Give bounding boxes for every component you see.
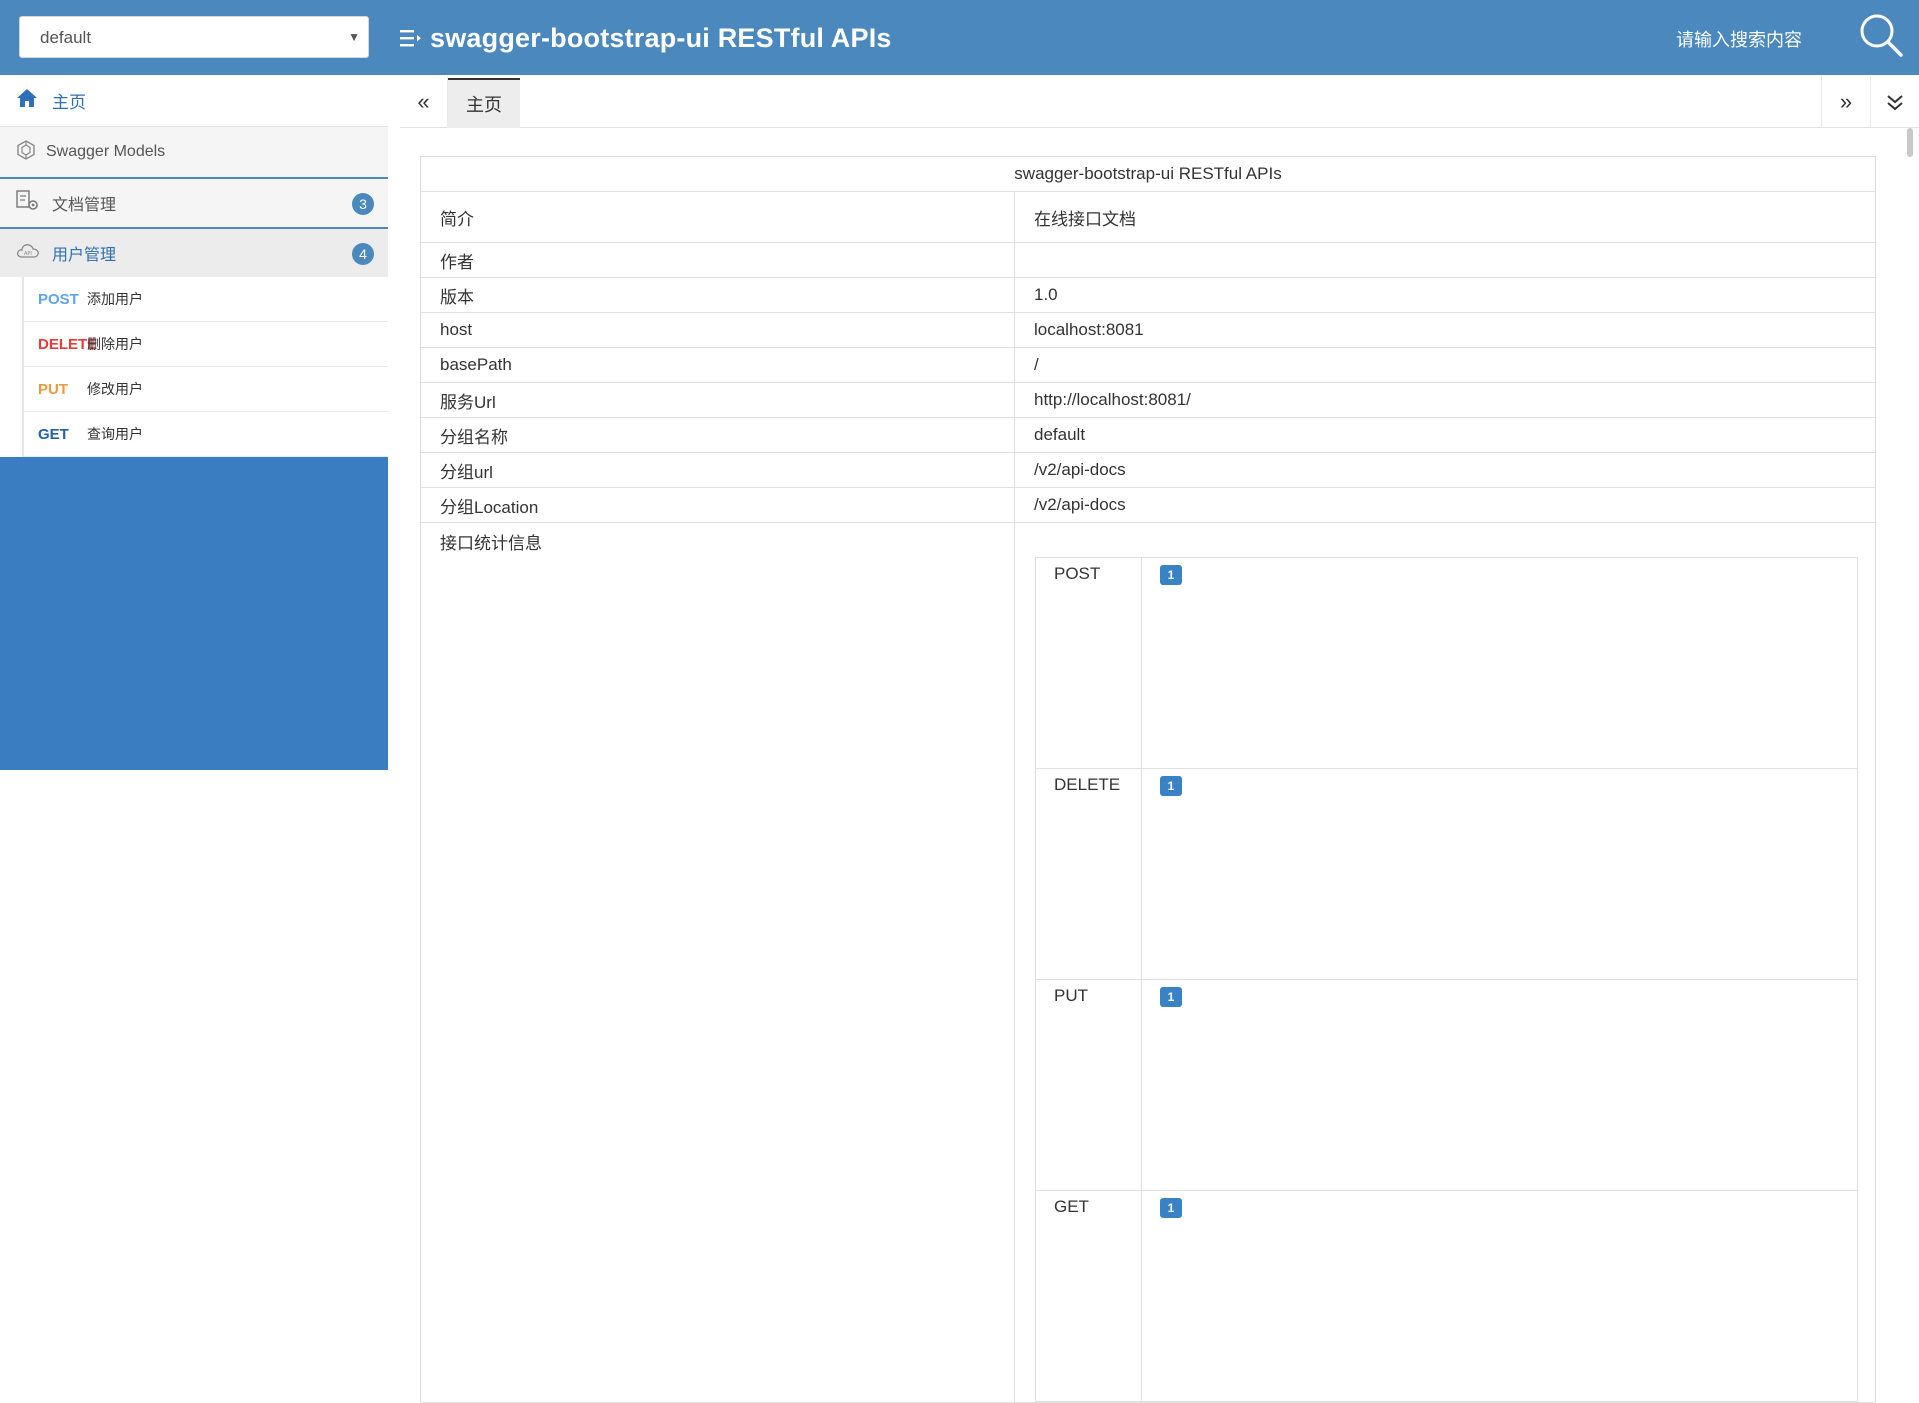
scrollbar[interactable] bbox=[1907, 128, 1913, 157]
table-row: 接口统计信息 POST 1 DELETE 1 PUT 1 GET 1 bbox=[420, 522, 1876, 1403]
sidebar: 主页 Swagger Models 文档管理 3 API 用户管理 4 POST… bbox=[0, 75, 388, 770]
method-label: POST bbox=[38, 290, 79, 308]
count-badge: 1 bbox=[1160, 1198, 1182, 1218]
info-table-title: swagger-bootstrap-ui RESTful APIs bbox=[420, 156, 1876, 192]
stats-method: PUT bbox=[1035, 979, 1142, 1191]
row-value: /v2/api-docs bbox=[1014, 452, 1876, 488]
table-row: 服务Url http://localhost:8081/ bbox=[420, 382, 1876, 418]
tab-home[interactable]: 主页 bbox=[448, 78, 520, 128]
table-row: basePath / bbox=[420, 347, 1876, 383]
group-select-value: default bbox=[40, 28, 92, 47]
stats-count-cell: 1 bbox=[1141, 1190, 1858, 1402]
table-row: host localhost:8081 bbox=[420, 312, 1876, 348]
row-value: default bbox=[1014, 417, 1876, 453]
sidebar-item-doc-management[interactable]: 文档管理 3 bbox=[0, 177, 388, 227]
sidebar-item-label: 主页 bbox=[52, 93, 86, 112]
table-row: 分组名称 default bbox=[420, 417, 1876, 453]
row-key: 简介 bbox=[420, 191, 1015, 243]
stats-method: POST bbox=[1035, 557, 1142, 769]
stats-count-cell: 1 bbox=[1141, 979, 1858, 1191]
count-badge: 4 bbox=[352, 243, 374, 265]
table-row: 作者 bbox=[420, 242, 1876, 278]
api-stats-table: POST 1 DELETE 1 PUT 1 GET 1 bbox=[1035, 557, 1858, 1402]
row-value: http://localhost:8081/ bbox=[1014, 382, 1876, 418]
stats-row: PUT 1 bbox=[1035, 979, 1858, 1191]
count-badge: 3 bbox=[352, 193, 374, 215]
row-value: 在线接口文档 bbox=[1014, 191, 1876, 243]
count-badge: 1 bbox=[1160, 565, 1182, 585]
row-value: /v2/api-docs bbox=[1014, 487, 1876, 523]
row-key: 接口统计信息 bbox=[420, 522, 1015, 1403]
app-title-text: swagger-bootstrap-ui RESTful APIs bbox=[430, 22, 892, 53]
menu-icon[interactable] bbox=[400, 28, 422, 48]
tab-bar: « 主页 » bbox=[400, 76, 1919, 128]
method-label: DELETE bbox=[38, 335, 98, 353]
row-key: 作者 bbox=[420, 242, 1015, 278]
endpoint-list: POST 添加用户 DELETE 删除用户 PUT 修改用户 GET 查询用户 bbox=[22, 277, 388, 457]
table-row: 分组url /v2/api-docs bbox=[420, 452, 1876, 488]
row-key: basePath bbox=[420, 347, 1015, 383]
sidebar-item-label: 文档管理 bbox=[52, 197, 117, 214]
method-label: GET bbox=[38, 425, 69, 443]
double-chevron-left-icon[interactable]: « bbox=[400, 76, 448, 128]
sidebar-item-swagger-models[interactable]: Swagger Models bbox=[0, 127, 388, 177]
sidebar-item-user-management[interactable]: API 用户管理 4 bbox=[0, 227, 388, 277]
row-value: / bbox=[1014, 347, 1876, 383]
row-key: 版本 bbox=[420, 277, 1015, 313]
stats-count-cell: 1 bbox=[1141, 768, 1858, 980]
endpoint-name: 查询用户 bbox=[87, 426, 143, 442]
search-icon[interactable] bbox=[1858, 12, 1906, 60]
sidebar-menu: 主页 Swagger Models 文档管理 3 API 用户管理 4 POST… bbox=[0, 75, 388, 457]
doc-settings-icon bbox=[16, 189, 40, 217]
count-badge: 1 bbox=[1160, 987, 1182, 1007]
svg-text:API: API bbox=[24, 251, 32, 257]
endpoint-item-put[interactable]: PUT 修改用户 bbox=[24, 367, 388, 412]
double-chevron-right-icon[interactable]: » bbox=[1821, 76, 1870, 128]
top-bar: default ▼ swagger-bootstrap-ui RESTful A… bbox=[0, 0, 1919, 75]
endpoint-name: 删除用户 bbox=[87, 336, 143, 352]
endpoint-name: 修改用户 bbox=[87, 381, 143, 397]
row-key: 分组Location bbox=[420, 487, 1015, 523]
models-icon bbox=[16, 139, 36, 165]
row-key: 分组名称 bbox=[420, 417, 1015, 453]
stats-row: GET 1 bbox=[1035, 1190, 1858, 1402]
row-value: 1.0 bbox=[1014, 277, 1876, 313]
sidebar-item-label: Swagger Models bbox=[46, 143, 166, 160]
double-chevron-down-icon[interactable] bbox=[1870, 76, 1919, 128]
stats-row: POST 1 bbox=[1035, 557, 1858, 769]
method-label: PUT bbox=[38, 380, 68, 398]
endpoint-item-delete[interactable]: DELETE 删除用户 bbox=[24, 322, 388, 367]
stats-row: DELETE 1 bbox=[1035, 768, 1858, 980]
row-value: localhost:8081 bbox=[1014, 312, 1876, 348]
app-title: swagger-bootstrap-ui RESTful APIs bbox=[400, 18, 892, 58]
sidebar-item-label: 用户管理 bbox=[52, 247, 117, 264]
group-select[interactable]: default ▼ bbox=[19, 16, 369, 58]
main-content: swagger-bootstrap-ui RESTful APIs 简介 在线接… bbox=[420, 156, 1876, 1403]
api-info-table: swagger-bootstrap-ui RESTful APIs 简介 在线接… bbox=[420, 156, 1876, 1403]
stats-count-cell: 1 bbox=[1141, 557, 1858, 769]
table-row: 版本 1.0 bbox=[420, 277, 1876, 313]
row-value: POST 1 DELETE 1 PUT 1 GET 1 bbox=[1014, 522, 1876, 1403]
row-key: host bbox=[420, 312, 1015, 348]
cloud-api-icon: API bbox=[16, 242, 40, 265]
endpoint-name: 添加用户 bbox=[87, 291, 143, 307]
caret-down-icon: ▼ bbox=[348, 30, 360, 44]
row-value bbox=[1014, 242, 1876, 278]
endpoint-item-get[interactable]: GET 查询用户 bbox=[24, 412, 388, 457]
count-badge: 1 bbox=[1160, 776, 1182, 796]
row-key: 服务Url bbox=[420, 382, 1015, 418]
row-key: 分组url bbox=[420, 452, 1015, 488]
stats-method: DELETE bbox=[1035, 768, 1142, 980]
table-row: 简介 在线接口文档 bbox=[420, 191, 1876, 243]
home-icon bbox=[16, 88, 38, 113]
table-row: 分组Location /v2/api-docs bbox=[420, 487, 1876, 523]
endpoint-item-post[interactable]: POST 添加用户 bbox=[24, 277, 388, 322]
sidebar-item-home[interactable]: 主页 bbox=[0, 75, 388, 127]
stats-method: GET bbox=[1035, 1190, 1142, 1402]
search-input[interactable]: 请输入搜索内容 bbox=[1676, 26, 1802, 52]
